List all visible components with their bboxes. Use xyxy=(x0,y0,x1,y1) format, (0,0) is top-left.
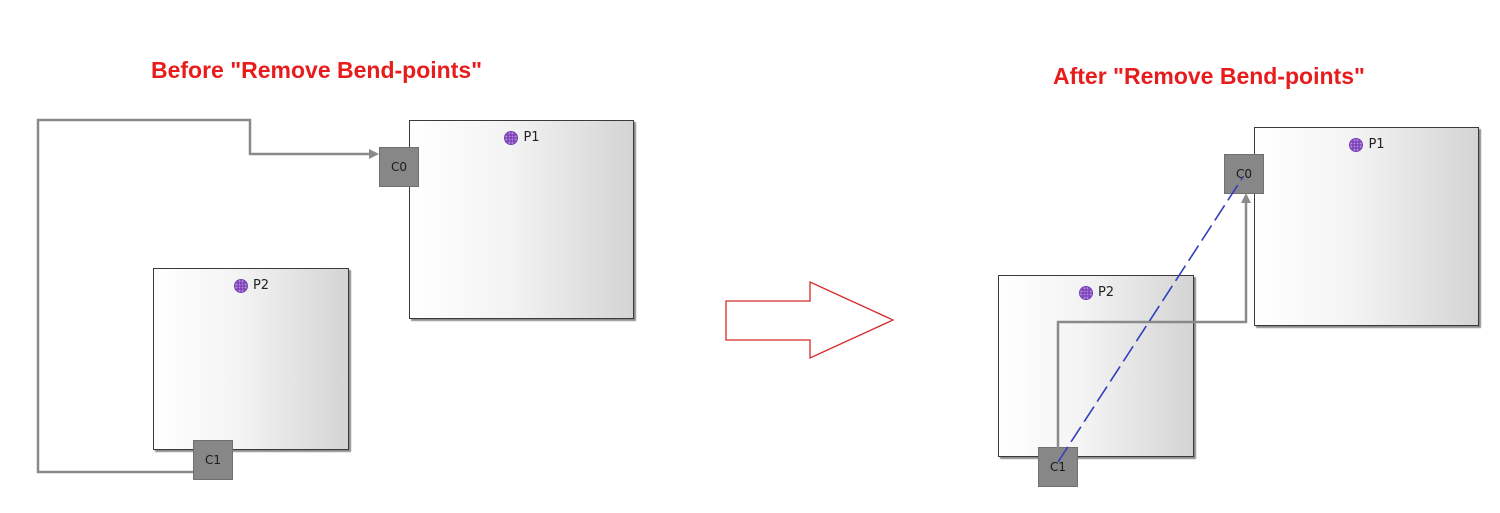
before-title: Before "Remove Bend-points" xyxy=(151,57,483,83)
part-grid-icon xyxy=(504,131,519,145)
before-port-c1[interactable]: C1 xyxy=(193,440,233,480)
after-connector-arrowhead xyxy=(1241,193,1251,203)
part-grid-icon xyxy=(233,279,248,293)
before-port-c0[interactable]: C0 xyxy=(379,147,419,187)
part-grid-icon xyxy=(1349,138,1364,152)
after-part-p2[interactable]: P2 xyxy=(998,275,1194,457)
part-header: P1 xyxy=(410,130,633,147)
after-port-c0[interactable]: C0 xyxy=(1224,154,1264,194)
part-header: P2 xyxy=(154,278,348,295)
part-name: P1 xyxy=(1368,137,1385,152)
before-connector-arrowhead xyxy=(369,149,379,159)
part-name: P2 xyxy=(1097,285,1115,300)
part-name: P1 xyxy=(523,130,540,145)
part-name: P2 xyxy=(252,278,270,293)
transition-arrow-icon xyxy=(725,280,895,360)
after-port-c1[interactable]: C1 xyxy=(1038,447,1078,487)
part-header: P2 xyxy=(999,285,1193,302)
after-title: After "Remove Bend-points" xyxy=(1053,63,1365,89)
before-part-p1[interactable]: P1 xyxy=(409,120,634,319)
before-part-p2[interactable]: P2 xyxy=(153,268,349,450)
part-grid-icon xyxy=(1078,286,1093,300)
part-header: P1 xyxy=(1255,137,1478,154)
after-part-p1[interactable]: P1 xyxy=(1254,127,1479,326)
